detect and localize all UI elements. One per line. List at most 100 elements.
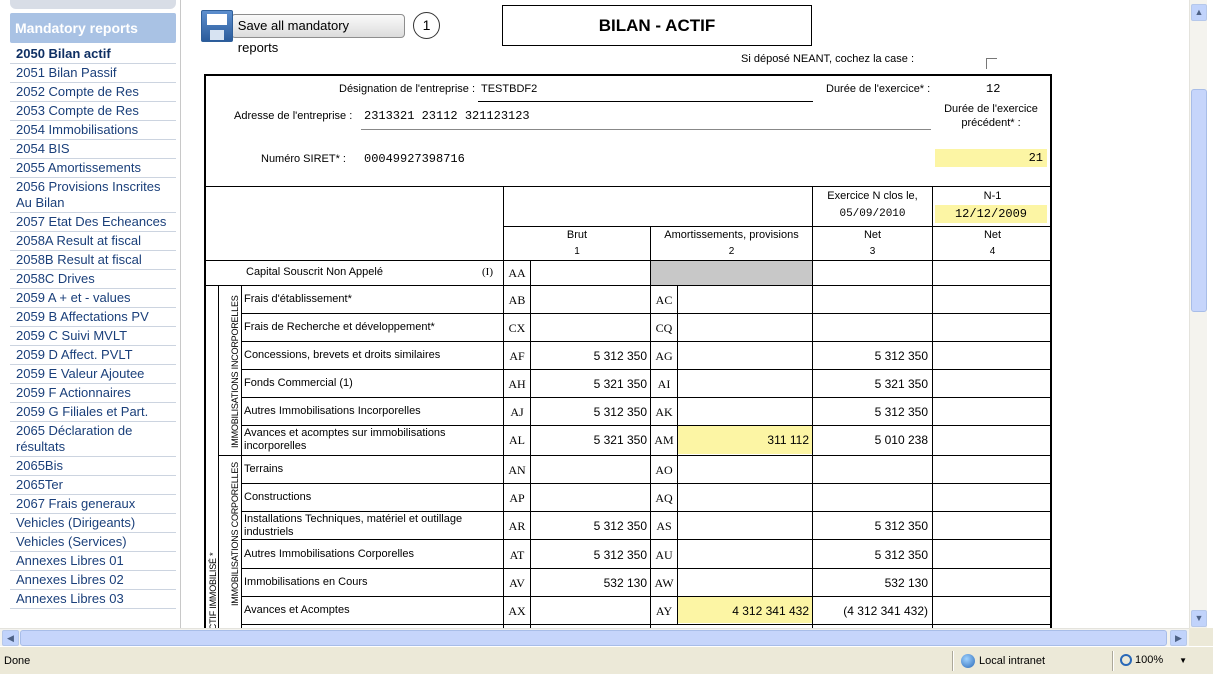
chevron-down-icon[interactable]: ▼ [1179,656,1187,665]
sidebar-item[interactable]: 2059 D Affect. PVLT [10,346,176,365]
zoom-control[interactable]: 100% ▼ [1120,654,1187,666]
row-net-value[interactable]: 532 130 [813,576,928,590]
sidebar-item[interactable]: 2058C Drives [10,270,176,289]
row-code-amort: AC [655,293,673,307]
row-brut-value[interactable]: 5 312 350 [531,405,647,419]
code2-divider [677,540,678,568]
sidebar-item[interactable]: 2054 BIS [10,140,176,159]
sidebar-item[interactable]: 2050 Bilan actif [10,45,176,64]
code2-divider [677,425,678,455]
sidebar-item[interactable]: 2065Ter [10,476,176,495]
siret-label: Numéro SIRET* : [261,153,346,165]
row-amort-value[interactable]: 311 112 [678,433,809,447]
step-number-badge: 1 [413,12,440,39]
row-code-brut: AJ [510,405,524,419]
row-net-value[interactable]: 5 321 350 [813,377,928,391]
sidebar-item[interactable]: 2065Bis [10,457,176,476]
col-n1-number: 4 [989,246,996,257]
row-code-brut: AP [509,491,525,505]
sidebar-item[interactable]: 2056 Provisions Inscrites Au Bilan [10,178,176,213]
sidebar-item[interactable]: 2054 Immobilisations [10,121,176,140]
sidebar-item[interactable]: Annexes Libres 02 [10,571,176,590]
sidebar-item[interactable]: 2053 Compte de Res [10,102,176,121]
sidebar-top-cap [10,0,176,9]
horizontal-scrollbar[interactable]: ◀ ▶ [0,628,1189,646]
globe-icon [961,654,975,668]
exercice-date[interactable]: 05/09/2010 [813,208,932,220]
status-separator [1112,651,1114,671]
sidebar-item[interactable]: 2055 Amortissements [10,159,176,178]
scroll-thumb[interactable] [1191,89,1207,312]
row-label: Constructions [244,491,312,503]
adresse-label: Adresse de l'entreprise : [234,110,353,122]
row-net-value[interactable]: 5 312 350 [813,405,928,419]
sidebar-item[interactable]: 2058B Result at fiscal [10,251,176,270]
row-net-value[interactable]: (4 312 341 432) [813,604,928,618]
siret-field[interactable]: 00049927398716 [364,152,465,166]
sidebar-item[interactable]: 2059 A + et - values [10,289,176,308]
sidebar-item[interactable]: Vehicles (Dirigeants) [10,514,176,533]
sidebar-item[interactable]: 2058A Result at fiscal [10,232,176,251]
designation-field[interactable]: TESTBDF2 [481,83,537,95]
sidebar-item[interactable]: 2059 G Filiales et Part. [10,403,176,422]
n1-date[interactable]: 12/12/2009 [935,207,1047,221]
sidebar-item[interactable]: Annexes Libres 03 [10,590,176,609]
neant-checkbox[interactable] [986,58,997,69]
report-list: 2050 Bilan actif 2051 Bilan Passif 2052 … [10,45,176,609]
code2-divider [677,285,678,313]
sidebar-item[interactable]: 2059 E Valeur Ajoutee [10,365,176,384]
scroll-right-icon[interactable]: ▶ [1170,630,1187,646]
row-label: Avances et acomptes sur immobilisations … [244,427,446,452]
bilan-actif-form: Désignation de l'entreprise : TESTBDF2 A… [204,74,1052,628]
sidebar-item[interactable]: 2065 Déclaration de résultats [10,422,176,457]
row-brut-value[interactable]: 532 130 [531,576,647,590]
header-bottom-line [206,260,1052,261]
scroll-down-icon[interactable]: ▼ [1191,610,1207,627]
security-zone: Local intranet [961,654,1045,668]
row-brut-value[interactable]: 5 321 350 [531,377,647,391]
row-label: Autres Immobilisations Corporelles [244,548,414,560]
sidebar-item[interactable]: Annexes Libres 01 [10,552,176,571]
code2-divider [677,341,678,369]
save-all-button[interactable]: Save all mandatory reports [201,9,405,55]
scroll-up-icon[interactable]: ▲ [1191,4,1207,21]
code2-divider [677,568,678,596]
row-code-brut: AH [508,377,526,391]
group-incorporelles-label: IMMOBILISATIONS INCORPORELLES [230,295,240,448]
sidebar-item[interactable]: 2059 C Suivi MVLT [10,327,176,346]
n1-label: N-1 [983,190,1002,202]
row-brut-value[interactable]: 5 312 350 [531,519,647,533]
horizontal-scroll-thumb[interactable] [20,630,1167,646]
row-bottom-line [241,455,1052,456]
row-code-amort: AW [654,576,674,590]
row-amort-value[interactable]: 4 312 341 432 [678,604,809,618]
row-label: Fonds Commercial (1) [244,377,353,389]
row-brut-value[interactable]: 5 312 350 [531,548,647,562]
row-brut-value[interactable]: 5 321 350 [531,433,647,447]
duree-precedent-field[interactable]: 21 [935,151,1043,165]
sidebar-item[interactable]: 2059 B Affectations PV [10,308,176,327]
designation-underline [478,101,813,102]
duree-field[interactable]: 12 [986,82,1000,96]
vertical-scrollbar[interactable]: ▲ ▼ [1189,0,1207,628]
row-net-value[interactable]: 5 010 238 [813,433,928,447]
sidebar-item[interactable]: 2067 Frais generaux [10,495,176,514]
row-bottom-line [241,624,1052,625]
row-code-amort: AM [654,433,674,447]
scroll-left-icon[interactable]: ◀ [2,630,19,646]
row-brut-value[interactable]: 5 312 350 [531,349,647,363]
sidebar-item[interactable]: 2057 Etat Des Echeances [10,213,176,232]
sidebar-item[interactable]: 2051 Bilan Passif [10,64,176,83]
sidebar-item[interactable]: 2052 Compte de Res [10,83,176,102]
row-net-value[interactable]: 5 312 350 [813,349,928,363]
sidebar-item[interactable]: 2059 F Actionnaires [10,384,176,403]
row-code-brut: AF [509,349,525,363]
col-amort-header: Amortissements, provisions [664,229,799,241]
capital-note: (I) [482,266,493,278]
row-net-value[interactable]: 5 312 350 [813,548,928,562]
row-net-value[interactable]: 5 312 350 [813,519,928,533]
floppy-disk-icon [201,9,233,42]
page-title: BILAN - ACTIF [502,5,812,46]
sidebar-item[interactable]: Vehicles (Services) [10,533,176,552]
adresse-field[interactable]: 2313321 23112 321123123 [364,109,530,123]
